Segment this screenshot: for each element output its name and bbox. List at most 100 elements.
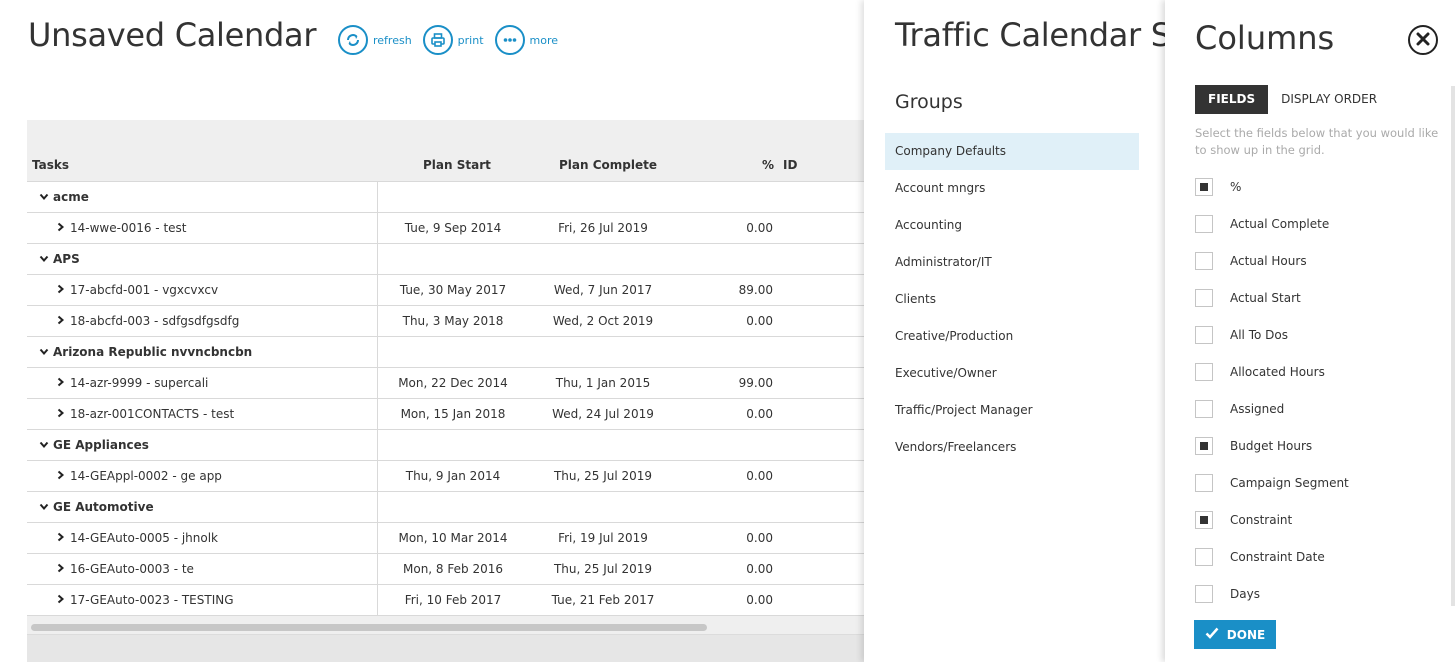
field-checkbox[interactable]	[1195, 177, 1213, 196]
field-checkbox[interactable]	[1195, 473, 1213, 492]
group-row[interactable]: GE Appliances	[27, 430, 867, 461]
field-option[interactable]: Assigned	[1195, 390, 1435, 427]
scrollbar-thumb[interactable]	[31, 624, 707, 631]
done-button[interactable]: DONE	[1194, 620, 1276, 649]
field-option[interactable]: Allocated Hours	[1195, 353, 1435, 390]
horizontal-scrollbar[interactable]	[27, 620, 867, 634]
chevron-down-icon[interactable]	[37, 501, 51, 514]
table-row[interactable]: 14-GEAuto-0005 - jhnolk Mon, 10 Mar 2014 F…	[27, 523, 867, 554]
group-item[interactable]: Accounting	[885, 207, 1139, 244]
toolbar: refresh print more	[338, 25, 569, 55]
chevron-down-icon[interactable]	[37, 439, 51, 452]
column-header-id[interactable]: ID	[783, 158, 797, 172]
chevron-down-icon[interactable]	[37, 253, 51, 266]
chevron-right-icon[interactable]	[54, 315, 68, 328]
table-row[interactable]: 17-abcfd-001 - vgxcvxcv Tue, 30 May 2017 W…	[27, 275, 867, 306]
field-label: Constraint Date	[1230, 549, 1325, 564]
tab-fields[interactable]: FIELDS	[1195, 85, 1269, 114]
column-header-tasks[interactable]: Tasks	[32, 158, 69, 172]
chevron-down-icon[interactable]	[37, 346, 51, 359]
field-checkbox[interactable]	[1195, 214, 1213, 233]
columns-panel: Columns FIELDS DISPLAY ORDER Select the …	[1165, 0, 1455, 662]
group-item[interactable]: Executive/Owner	[885, 355, 1139, 392]
column-header-plan-start[interactable]: Plan Start	[423, 158, 491, 172]
print-button[interactable]: print	[422, 25, 484, 55]
field-option[interactable]: Actual Start	[1195, 279, 1435, 316]
task-cell: acme	[27, 182, 378, 212]
field-checkbox[interactable]	[1195, 510, 1213, 529]
chevron-right-icon[interactable]	[54, 408, 68, 421]
vertical-scrollbar[interactable]	[1451, 86, 1455, 606]
table-row[interactable]: 18-azr-001CONTACTS - test Mon, 15 Jan 201…	[27, 399, 867, 430]
column-header-plan-complete[interactable]: Plan Complete	[559, 158, 657, 172]
plan-complete-cell: Fri, 26 Jul 2019	[558, 221, 648, 235]
group-item[interactable]: Vendors/Freelancers	[885, 429, 1139, 466]
table-row[interactable]: 14-wwe-0016 - test Tue, 9 Sep 2014 Fri, 26…	[27, 213, 867, 244]
group-item[interactable]: Company Defaults	[885, 133, 1139, 170]
more-icon	[494, 25, 525, 55]
field-checkbox[interactable]	[1195, 436, 1213, 455]
field-label: Days	[1230, 586, 1260, 601]
field-option[interactable]: All To Dos	[1195, 316, 1435, 353]
chevron-right-icon[interactable]	[54, 470, 68, 483]
group-item[interactable]: Administrator/IT	[885, 244, 1139, 281]
group-item[interactable]: Traffic/Project Manager	[885, 392, 1139, 429]
table-row[interactable]: 18-abcfd-003 - sdfgsdfgsdfg Thu, 3 May 20…	[27, 306, 867, 337]
column-header-percent[interactable]: %	[762, 158, 774, 172]
tab-display-order[interactable]: DISPLAY ORDER	[1268, 85, 1390, 114]
field-checkbox[interactable]	[1195, 399, 1213, 418]
group-row[interactable]: acme	[27, 182, 867, 213]
traffic-calendar-settings-panel: Traffic Calendar S Groups Company Defaul…	[864, 0, 1174, 662]
field-option[interactable]: Constraint Date	[1195, 538, 1435, 575]
field-checkbox[interactable]	[1195, 362, 1213, 381]
field-option[interactable]: %	[1195, 168, 1435, 205]
refresh-icon	[338, 25, 368, 55]
chevron-right-icon[interactable]	[54, 532, 68, 545]
chevron-right-icon[interactable]	[54, 222, 68, 235]
table-row[interactable]: 16-GEAuto-0003 - te Mon, 8 Feb 2016 Thu, 2…	[27, 554, 867, 585]
plan-complete-cell: Tue, 21 Feb 2017	[551, 593, 655, 607]
refresh-label: refresh	[373, 33, 412, 47]
field-checkbox[interactable]	[1195, 288, 1213, 307]
field-option[interactable]: Campaign Segment	[1195, 464, 1435, 501]
field-option[interactable]: Actual Complete	[1195, 205, 1435, 242]
percent-cell: 0.00	[746, 407, 773, 421]
field-checkbox[interactable]	[1195, 251, 1213, 270]
task-label: APS	[53, 252, 80, 266]
chevron-right-icon[interactable]	[54, 594, 68, 607]
chevron-down-icon[interactable]	[37, 191, 51, 204]
group-item[interactable]: Account mngrs	[885, 170, 1139, 207]
percent-cell: 0.00	[746, 469, 773, 483]
field-option[interactable]: Budget Hours	[1195, 427, 1435, 464]
grid-footer	[27, 634, 867, 662]
plan-complete-cell: Thu, 25 Jul 2019	[553, 469, 653, 483]
table-row[interactable]: 14-azr-9999 - supercali Mon, 22 Dec 2014 T…	[27, 368, 867, 399]
group-row[interactable]: Arizona Republic nvvncbncbn	[27, 337, 867, 368]
close-button[interactable]	[1408, 25, 1438, 55]
table-row[interactable]: 14-GEAppl-0002 - ge app Thu, 9 Jan 2014 Th…	[27, 461, 867, 492]
task-label: 18-azr-001CONTACTS - test	[70, 407, 235, 421]
chevron-right-icon[interactable]	[54, 563, 68, 576]
group-row[interactable]: GE Automotive	[27, 492, 867, 523]
plan-start-cell: Thu, 9 Jan 2014	[405, 469, 501, 483]
table-row[interactable]: 17-GEAuto-0023 - TESTING Fri, 10 Feb 2017…	[27, 585, 867, 616]
chevron-right-icon[interactable]	[54, 284, 68, 297]
field-checkbox[interactable]	[1195, 584, 1213, 603]
chevron-right-icon[interactable]	[54, 377, 68, 390]
field-option[interactable]: Constraint	[1195, 501, 1435, 538]
group-item[interactable]: Creative/Production	[885, 318, 1139, 355]
task-cell: 18-abcfd-003 - sdfgsdfgsdfg	[27, 306, 378, 336]
task-cell: 17-abcfd-001 - vgxcvxcv	[27, 275, 378, 305]
grid-body: acme 14-wwe-0016 - test Tue, 9 Sep 2014 Fri…	[27, 182, 867, 616]
field-label: Constraint	[1230, 512, 1293, 527]
more-button[interactable]: more	[494, 25, 558, 55]
group-item[interactable]: Clients	[885, 281, 1139, 318]
field-checkbox[interactable]	[1195, 325, 1213, 344]
field-checkbox[interactable]	[1195, 547, 1213, 566]
refresh-button[interactable]: refresh	[338, 25, 412, 55]
field-option[interactable]: Actual Hours	[1195, 242, 1435, 279]
plan-complete-cell: Wed, 2 Oct 2019	[552, 314, 654, 328]
field-option[interactable]: Days	[1195, 575, 1435, 612]
field-label: Allocated Hours	[1230, 364, 1325, 379]
group-row[interactable]: APS	[27, 244, 867, 275]
